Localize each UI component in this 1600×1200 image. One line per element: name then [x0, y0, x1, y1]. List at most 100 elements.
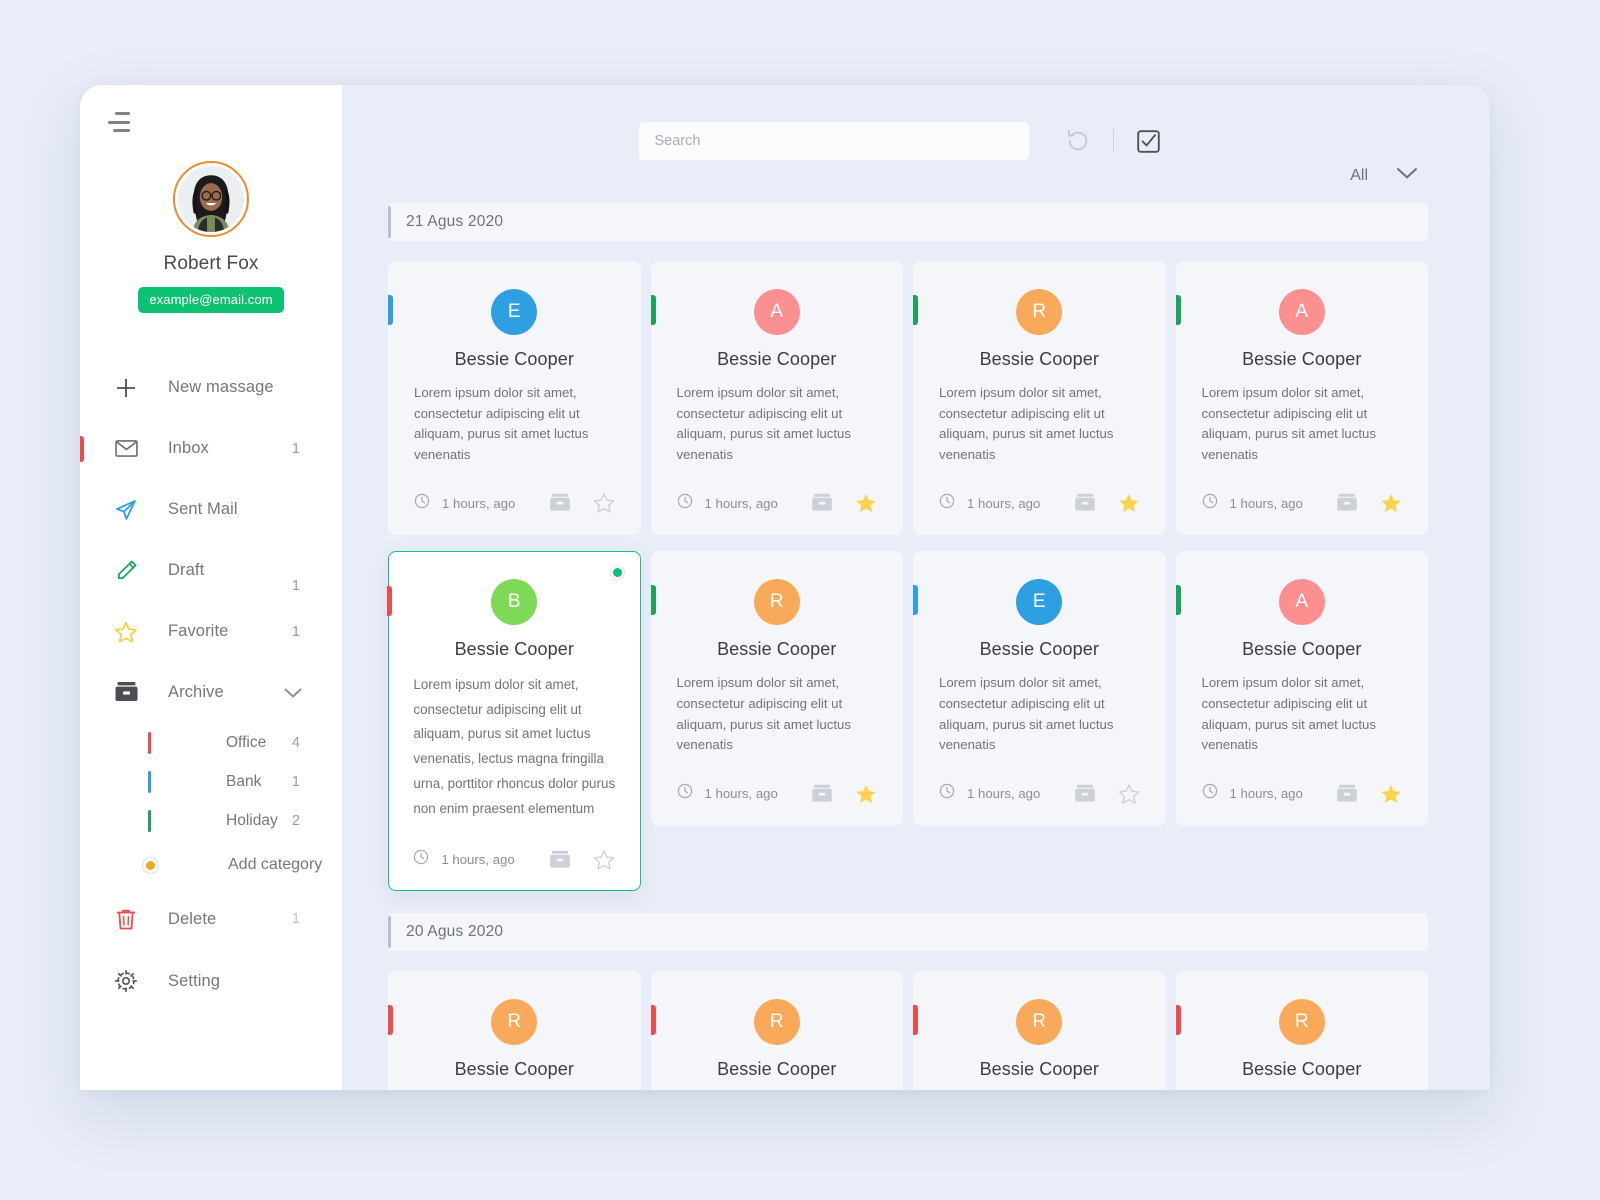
mail-card[interactable]: RBessie CooperLorem ipsum dolor sit amet…: [913, 970, 1166, 1090]
mail-card-grid: E Bessie Cooper Lorem ipsum dolor sit amet…: [387, 261, 1428, 891]
mail-card[interactable]: A Bessie Cooper Lorem ipsum dolor sit amet…: [650, 261, 903, 536]
sender-name: Bessie Cooper: [1242, 349, 1362, 369]
mail-card[interactable]: RBessie CooperLorem ipsum dolor sit amet…: [650, 551, 903, 826]
mail-card[interactable]: RBessie CooperLorem ipsum dolor sit amet…: [1175, 970, 1428, 1090]
mail-card[interactable]: RBessie CooperLorem ipsum dolor sit amet…: [650, 970, 903, 1090]
archive-icon[interactable]: [549, 493, 571, 513]
sidebar-item-label: Favorite: [168, 622, 229, 640]
sidebar-subitem-count: 4: [291, 734, 300, 751]
archive-icon[interactable]: [1074, 784, 1096, 804]
sender-avatar: R: [1016, 998, 1063, 1045]
star-icon: [112, 618, 140, 646]
sender-name: Bessie Cooper: [1242, 1058, 1362, 1079]
sidebar-item-label: Inbox: [168, 439, 209, 457]
unread-status-indicator: [609, 565, 625, 581]
profile-email-badge: example@email.com: [138, 287, 284, 313]
star-filled-icon[interactable]: [1380, 492, 1402, 514]
star-filled-icon[interactable]: [1380, 783, 1402, 805]
toolbar-actions: [1063, 126, 1164, 156]
sender-initial: E: [507, 301, 521, 322]
archive-icon[interactable]: [811, 784, 833, 804]
star-outline-icon[interactable]: [1118, 783, 1140, 805]
star-outline-icon[interactable]: [593, 492, 615, 514]
checkbox-checked-icon[interactable]: [1134, 126, 1164, 156]
sender-initial: A: [1295, 591, 1309, 613]
sidebar-item-draft[interactable]: Draft 1: [80, 540, 342, 601]
mail-card-footer: 1 hours, ago: [413, 848, 615, 872]
sender-avatar: A: [1278, 289, 1325, 335]
sender-initial: R: [507, 1010, 522, 1032]
chevron-down-icon[interactable]: [284, 687, 302, 699]
mail-card[interactable]: A Bessie Cooper Lorem ipsum dolor sit amet…: [1175, 551, 1428, 826]
timestamp: 1 hours, ago: [1229, 495, 1303, 511]
archive-icon[interactable]: [549, 850, 571, 870]
star-filled-icon[interactable]: [855, 492, 877, 514]
sidebar-item-sent-mail[interactable]: Sent Mail: [80, 479, 342, 540]
avatar[interactable]: [173, 161, 249, 237]
sidebar-subitem-label: Holiday: [226, 811, 278, 829]
sidebar-item-delete[interactable]: Delete 1: [80, 888, 342, 950]
archive-icon[interactable]: [811, 493, 833, 513]
archive-icon[interactable]: [1336, 493, 1358, 513]
sender-name: Bessie Cooper: [717, 349, 837, 369]
sidebar-item-label: Sent Mail: [168, 500, 238, 518]
sender-initial: R: [769, 1010, 784, 1032]
sidebar-item-inbox[interactable]: Inbox 1: [80, 418, 342, 479]
message-snippet: Lorem ipsum dolor sit amet, consectetur …: [414, 385, 589, 462]
sender-name: Bessie Cooper: [1242, 639, 1362, 660]
envelope-icon: [112, 435, 140, 463]
sender-name: Bessie Cooper: [454, 349, 574, 369]
sidebar-item-bank[interactable]: Bank 1: [80, 762, 342, 801]
archive-icon[interactable]: [1336, 784, 1358, 804]
search-input[interactable]: [638, 122, 1029, 160]
message-snippet: Lorem ipsum dolor sit amet, consectetur …: [939, 385, 1114, 462]
filter-dropdown[interactable]: All: [1350, 167, 1418, 185]
sender-avatar: E: [491, 289, 538, 335]
clock-icon: [413, 849, 429, 870]
mail-card-column: RBessie CooperLorem ipsum dolor sit amet…: [650, 970, 903, 1090]
sidebar-item-office[interactable]: Office 4: [80, 723, 342, 762]
sidebar-subitem-label: Office: [226, 733, 267, 751]
sender-initial: A: [770, 301, 784, 322]
sidebar-item-count: 1: [291, 578, 300, 594]
toolbar: All: [342, 85, 1490, 197]
sidebar-item-archive[interactable]: Archive: [80, 662, 342, 723]
mail-card[interactable]: E Bessie Cooper Lorem ipsum dolor sit amet…: [913, 551, 1166, 826]
sidebar-item-new-massage[interactable]: New massage: [80, 357, 342, 418]
chevron-down-icon[interactable]: [1396, 167, 1418, 185]
star-outline-icon[interactable]: [593, 849, 615, 871]
category-stripe: [1175, 585, 1181, 616]
sender-name: Bessie Cooper: [717, 639, 837, 660]
mail-list-scroll[interactable]: 21 Agus 2020 E Bessie Cooper Lorem ipsum do…: [342, 197, 1490, 1090]
sender-initial: R: [1032, 1010, 1047, 1032]
star-filled-icon[interactable]: [1118, 492, 1140, 514]
sidebar-subitem-count: 2: [291, 812, 300, 829]
refresh-ccw-icon[interactable]: [1063, 126, 1093, 156]
sender-avatar: R: [753, 579, 800, 626]
mail-card[interactable]: E Bessie Cooper Lorem ipsum dolor sit amet…: [388, 261, 641, 536]
sidebar-item-favorite[interactable]: Favorite 1: [80, 601, 342, 662]
profile-block: Robert Fox example@email.com: [80, 141, 342, 313]
archive-icon: [112, 679, 140, 707]
timestamp: 1 hours, ago: [704, 495, 778, 511]
timestamp: 1 hours, ago: [704, 786, 778, 802]
sidebar-item-setting[interactable]: Setting: [80, 950, 342, 1012]
star-filled-icon[interactable]: [855, 783, 877, 805]
mail-card[interactable]: RBessie CooperLorem ipsum dolor sit amet…: [913, 261, 1166, 536]
user-avatar-photo: [178, 166, 244, 232]
mail-card-column: RBessie CooperLorem ipsum dolor sit amet…: [1175, 970, 1428, 1090]
mail-card[interactable]: A Bessie Cooper Lorem ipsum dolor sit amet…: [1175, 261, 1428, 536]
sidebar-item-holiday[interactable]: Holiday 2: [80, 801, 342, 840]
hamburger-menu-icon[interactable]: [106, 109, 140, 135]
pencil-icon: [112, 557, 140, 585]
search-container: [638, 122, 1029, 160]
sender-avatar: A: [753, 289, 800, 335]
mail-card[interactable]: RBessie CooperLorem ipsum dolor sit amet…: [388, 970, 641, 1090]
sender-avatar: R: [753, 998, 800, 1045]
sender-avatar: E: [1016, 579, 1063, 626]
add-category-button[interactable]: Add category: [80, 842, 342, 888]
mail-card-selected[interactable]: B Bessie Cooper Lorem ipsum dolor sit amet…: [387, 551, 641, 891]
archive-icon[interactable]: [1074, 493, 1096, 513]
sender-avatar: A: [1278, 579, 1325, 626]
sidebar: Robert Fox example@email.com New massage…: [80, 85, 342, 1090]
